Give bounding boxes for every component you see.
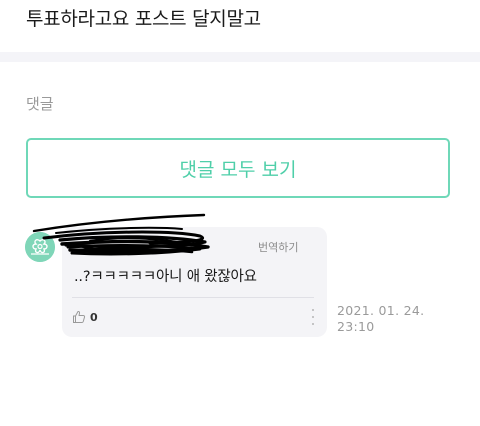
section-divider [0,52,480,62]
view-all-comments-button[interactable]: 댓글 모두 보기 [26,138,450,198]
comment-timestamp: 2021. 01. 24. 23:10 [337,303,447,335]
comment-card: 번역하기 ..?ㅋㅋㅋㅋㅋ아니 애 왔잖아요 0 [62,227,327,337]
comments-heading: 댓글 [26,95,54,113]
redaction-scribble [32,213,210,256]
comment-card-divider [72,297,314,298]
comment-page: 투표하라고요 포스트 달지말고 댓글 댓글 모두 보기 번역하기 ..?ㅋㅋㅋㅋ… [0,0,480,426]
timestamp-date: 2021. 01. 24. [337,303,425,318]
comment-text: ..?ㅋㅋㅋㅋㅋ아니 애 왔잖아요 [74,269,257,285]
more-options-button[interactable] [309,309,317,325]
translate-button[interactable]: 번역하기 [258,239,298,255]
like-button[interactable]: 0 [72,308,98,326]
commenter-avatar[interactable] [25,232,55,262]
flower-avatar-icon [25,232,55,262]
like-count: 0 [90,310,98,324]
post-title: 투표하라고요 포스트 달지말고 [26,8,261,30]
timestamp-time: 23:10 [337,319,375,334]
more-vertical-icon [312,309,314,311]
comment-author-name[interactable] [72,237,242,255]
thumbs-up-icon [73,310,86,323]
